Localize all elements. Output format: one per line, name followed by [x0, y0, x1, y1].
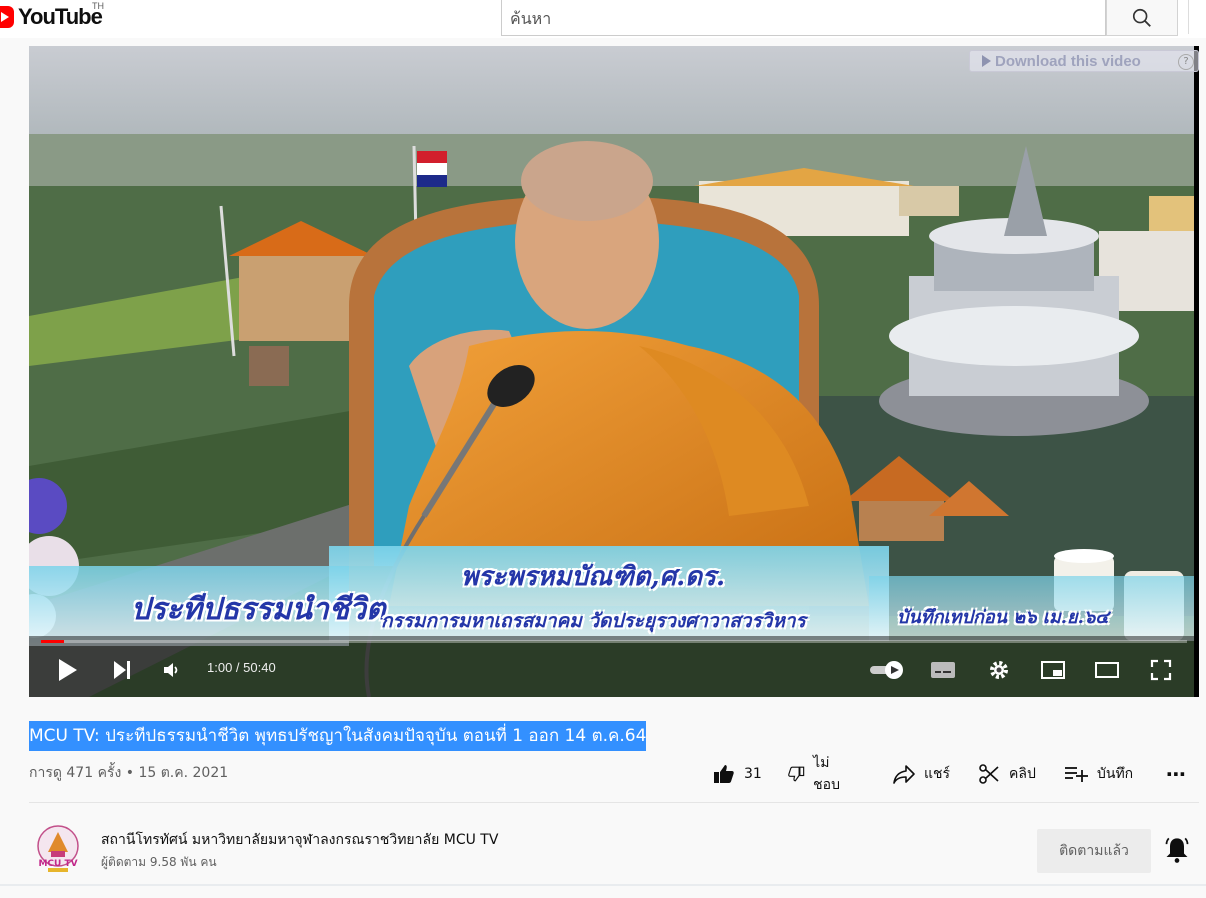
mute-button[interactable] — [157, 646, 187, 694]
share-button[interactable]: แชร์ — [892, 758, 950, 790]
download-play-icon — [982, 55, 991, 67]
bell-icon — [1165, 837, 1189, 863]
views-and-date: การดู 471 ครั้ง • 15 ต.ค. 2021 — [29, 765, 229, 781]
dislike-label: ไม่ชอบ — [813, 755, 840, 793]
download-video-button[interactable]: Download this video ? — [969, 50, 1199, 72]
miniplayer-icon — [1041, 661, 1065, 679]
next-button[interactable] — [105, 646, 139, 694]
program-title-overlay: ประทีปธรรมนำชีวิต — [131, 592, 386, 627]
avatar-text: MCU TV — [38, 859, 77, 869]
channel-avatar[interactable]: MCU TV — [34, 824, 82, 874]
volume-icon — [164, 663, 178, 677]
thumbs-down-icon — [788, 766, 805, 782]
time-display: 1:00 / 50:40 — [207, 660, 276, 675]
search-icon — [1132, 8, 1151, 27]
thumbs-up-icon — [714, 765, 734, 783]
dislike-button[interactable]: ไม่ชอบ — [787, 755, 846, 793]
progress-bar[interactable] — [41, 640, 1187, 643]
notification-bell-button[interactable] — [1163, 836, 1191, 868]
subscriber-count: ผู้ติดตาม 9.58 พัน คน — [101, 855, 217, 869]
share-label: แชร์ — [924, 766, 951, 782]
subtitles-icon — [931, 662, 955, 678]
top-bar: YouTube TH — [0, 0, 1206, 38]
play-button[interactable] — [51, 646, 85, 694]
speaker-role-overlay: กรรมการมหาเถรสมาคม วัดประยุรวงศาวาสวรวิห… — [381, 610, 806, 632]
save-button[interactable]: บันทึก — [1063, 758, 1133, 790]
scissors-icon — [979, 764, 999, 784]
fullscreen-icon — [1150, 659, 1172, 681]
clip-button[interactable]: คลิป — [977, 758, 1036, 790]
search-input[interactable] — [508, 2, 1072, 34]
speaker-name-overlay: พระพรหมบัณฑิต,ศ.ดร. — [461, 562, 726, 592]
theater-icon — [1095, 662, 1119, 678]
download-label: Download this video — [995, 52, 1141, 70]
subtitles-button[interactable] — [925, 646, 961, 694]
autoplay-toggle[interactable] — [865, 646, 909, 694]
like-count: 31 — [744, 766, 762, 782]
subscribed-button[interactable]: ติดตามแล้ว — [1037, 829, 1151, 873]
miniplayer-button[interactable] — [1035, 646, 1071, 694]
play-icon — [59, 659, 77, 681]
youtube-logo[interactable]: YouTube TH — [0, 1, 104, 32]
video-player[interactable]: ประทีปธรรมนำชีวิต พระพรหมบัณฑิต,ศ.ดร. กร… — [29, 46, 1199, 697]
player-controls: 1:00 / 50:40 — [29, 646, 1199, 694]
country-code: TH — [92, 1, 104, 11]
share-icon — [893, 765, 915, 784]
clip-label: คลิป — [1009, 766, 1036, 782]
next-icon — [114, 661, 130, 679]
search-button[interactable] — [1106, 0, 1178, 36]
settings-button[interactable] — [981, 646, 1017, 694]
section-divider — [29, 802, 1199, 803]
autoplay-toggle-icon — [870, 661, 903, 679]
download-help-icon[interactable]: ? — [1178, 54, 1194, 70]
progress-played — [41, 640, 64, 643]
video-title: MCU TV: ประทีปธรรมนำชีวิต พุทธปรัชญาในสั… — [29, 721, 647, 751]
channel-name[interactable]: สถานีโทรทัศน์ มหาวิทยาลัยมหาจุฬาลงกรณราช… — [101, 829, 498, 851]
header-edge — [1188, 0, 1206, 34]
theater-mode-button[interactable] — [1089, 646, 1125, 694]
gear-icon — [990, 661, 1008, 679]
logo-text: YouTube — [18, 4, 103, 29]
add-to-playlist-icon — [1065, 767, 1088, 782]
more-actions-button[interactable]: ⋯ — [1166, 758, 1186, 790]
search-box — [501, 0, 1106, 36]
like-button[interactable]: 31 — [712, 758, 762, 790]
save-label: บันทึก — [1097, 766, 1134, 782]
fullscreen-button[interactable] — [1143, 646, 1179, 694]
more-icon: ⋯ — [1166, 762, 1186, 786]
youtube-play-icon — [0, 6, 14, 28]
bottom-rule — [0, 884, 1206, 886]
recorded-note-overlay: บันทึกเทปก่อน ๒๖ เม.ย.๖๔ — [897, 607, 1109, 628]
